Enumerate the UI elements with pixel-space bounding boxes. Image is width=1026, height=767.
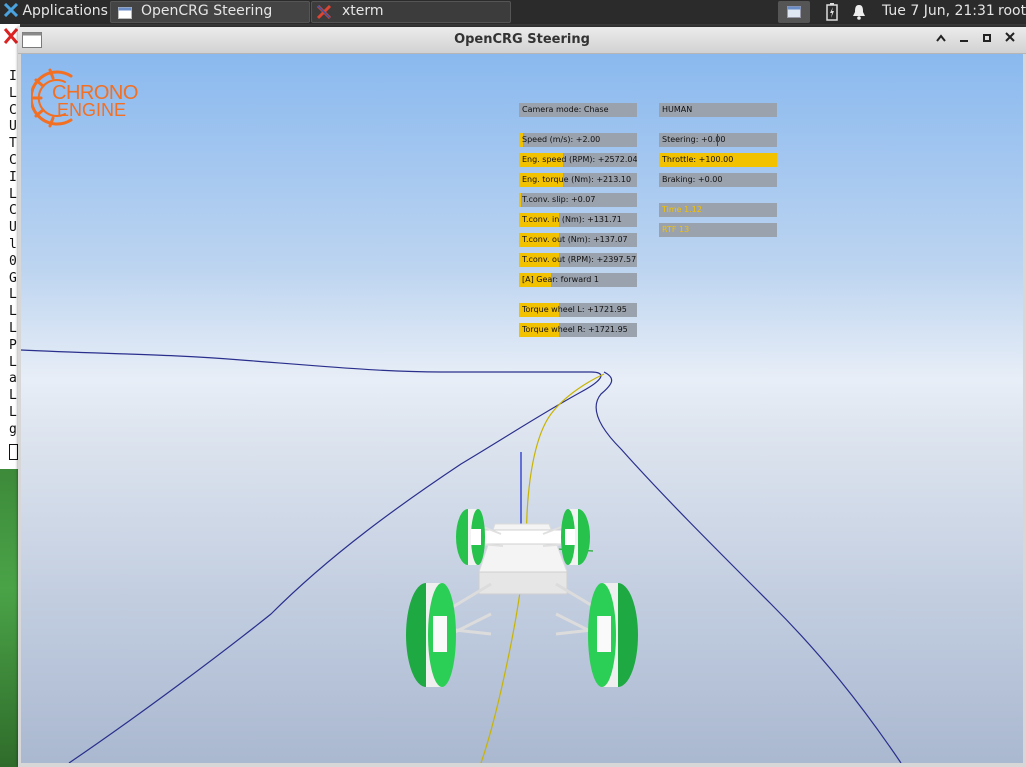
hud-label: T.conv. out (RPM): +2397.57 — [522, 255, 637, 264]
xterm-line: C — [9, 153, 17, 168]
hud-label: T.conv. out (Nm): +137.07 — [522, 235, 628, 244]
hud-label: Eng. speed (RPM): +2572.04 — [522, 155, 637, 164]
hud-left-item: T.conv. in (Nm): +131.71 — [519, 213, 637, 227]
xterm-x-icon — [4, 28, 18, 44]
window-icon — [118, 7, 132, 19]
hud-left-item: Eng. torque (Nm): +213.10 — [519, 173, 637, 187]
close-icon — [1005, 32, 1015, 42]
hud-left-item: Eng. speed (RPM): +2572.04 — [519, 153, 637, 167]
window-titlebar[interactable]: OpenCRG Steering — [18, 27, 1026, 54]
hud-label: Torque wheel R: +1721.95 — [522, 325, 628, 334]
hud-left-item: Camera mode: Chase — [519, 103, 637, 117]
hud-label: Camera mode: Chase — [522, 105, 609, 114]
hud-right-item: Throttle: +100.00 — [659, 153, 777, 167]
hud-left-item: T.conv. out (RPM): +2397.57 — [519, 253, 637, 267]
battery-icon[interactable] — [826, 3, 838, 21]
hud-label: Steering: +0.00 — [662, 135, 726, 144]
xterm-line: C — [9, 203, 17, 219]
hud-left-item: Speed (m/s): +2.00 — [519, 133, 637, 147]
hud-label: HUMAN — [662, 105, 693, 114]
applications-label: Applications — [22, 3, 108, 19]
hud-right-item: Braking: +0.00 — [659, 173, 777, 187]
close-button[interactable] — [1001, 31, 1019, 49]
3d-viewport[interactable]: CHRONO ENGINE Camera mode: Chase Speed (m… — [21, 54, 1023, 763]
hud-left-item: T.conv. slip: +0.07 — [519, 193, 637, 207]
xterm-line: U — [9, 119, 17, 135]
desktop-icon — [787, 6, 801, 18]
xterm-line: P — [9, 337, 17, 353]
task-label: xterm — [342, 3, 384, 19]
vehicle-chassis-front — [478, 571, 568, 595]
window-title: OpenCRG Steering — [454, 32, 590, 47]
hud-bar-fill — [519, 193, 522, 207]
user-menu[interactable]: root — [998, 0, 1026, 24]
maximize-icon — [983, 34, 991, 42]
opencrg-steering-window[interactable]: OpenCRG Steering CHRONO ENGINE Camera mo… — [18, 27, 1026, 767]
xterm-cursor — [9, 444, 18, 460]
chrono-engine-logo: CHRONO ENGINE — [31, 64, 141, 134]
top-panel: Applications ⋮ OpenCRG Steering xterm Tu… — [0, 0, 1026, 24]
minimize-button[interactable] — [955, 31, 973, 49]
hud-label: Time 1.12 — [662, 205, 702, 214]
hud-label: T.conv. slip: +0.07 — [522, 195, 596, 204]
maximize-button[interactable] — [978, 31, 996, 49]
xterm-line: C — [9, 102, 17, 118]
hud-label: Braking: +0.00 — [662, 175, 723, 184]
hud-label: Speed (m/s): +2.00 — [522, 135, 601, 144]
xterm-line: L — [9, 354, 17, 370]
rear-left-wheel — [456, 509, 485, 565]
xterm-background-window[interactable]: ILCUTCILCUl0GLLLPLaLLg — [0, 24, 20, 767]
xterm-line: I — [9, 69, 17, 84]
road-edge-right — [595, 371, 902, 763]
xterm-line: L — [9, 85, 17, 101]
clock[interactable]: Tue 7 Jun, 21:31 — [882, 0, 995, 24]
xterm-x-icon — [316, 4, 332, 20]
hud-left-item: Torque wheel L: +1721.95 — [519, 303, 637, 317]
hud-label: Torque wheel L: +1721.95 — [522, 305, 627, 314]
hud-label: Throttle: +100.00 — [662, 155, 734, 164]
xfce-apps-icon — [3, 2, 19, 18]
hud-right-item: HUMAN — [659, 103, 777, 117]
hud-label: RTF 13 — [662, 225, 690, 234]
xterm-line: G — [9, 270, 17, 286]
hud-left-item: Torque wheel R: +1721.95 — [519, 323, 637, 337]
xterm-line: a — [9, 371, 17, 387]
hud-right-item: Time 1.12 — [659, 203, 777, 217]
shade-button[interactable] — [932, 31, 950, 49]
desktop-wallpaper-strip — [0, 469, 20, 767]
front-right-wheel — [588, 583, 638, 687]
xterm-line: L — [9, 287, 17, 303]
front-left-wheel — [406, 583, 456, 687]
rear-right-wheel — [561, 509, 590, 565]
xterm-line: I — [9, 169, 17, 185]
xterm-line: g — [9, 421, 17, 437]
chevron-up-icon — [936, 34, 946, 42]
xterm-line: L — [9, 321, 17, 336]
hud-label: Eng. torque (Nm): +213.10 — [522, 175, 632, 184]
show-desktop-button[interactable] — [778, 1, 810, 23]
logo-text-engine: ENGINE — [57, 100, 127, 120]
task-xterm[interactable]: xterm — [311, 1, 511, 23]
task-opencrg-steering[interactable]: OpenCRG Steering — [110, 1, 310, 23]
hud-right-item: Steering: +0.00 — [659, 133, 777, 147]
xterm-line: 0 — [9, 253, 17, 269]
xterm-line: L — [9, 405, 17, 420]
xterm-line: L — [9, 186, 17, 202]
hud-left-item: T.conv. out (Nm): +137.07 — [519, 233, 637, 247]
xterm-line: L — [9, 304, 17, 320]
hud-right-item: RTF 13 — [659, 223, 777, 237]
hud-left-item: [A] Gear: forward 1 — [519, 273, 637, 287]
xterm-line: l — [9, 237, 17, 252]
steering-center-marker — [717, 134, 718, 146]
hud-label: [A] Gear: forward 1 — [522, 275, 599, 284]
task-label: OpenCRG Steering — [141, 3, 273, 19]
xterm-line: T — [9, 136, 17, 152]
xterm-line: L — [9, 388, 17, 404]
applications-menu[interactable]: Applications ⋮ — [3, 0, 126, 24]
hud-label: T.conv. in (Nm): +131.71 — [522, 215, 622, 224]
xterm-line: U — [9, 220, 17, 236]
minimize-icon — [960, 40, 968, 42]
notification-bell-icon[interactable] — [852, 4, 866, 20]
